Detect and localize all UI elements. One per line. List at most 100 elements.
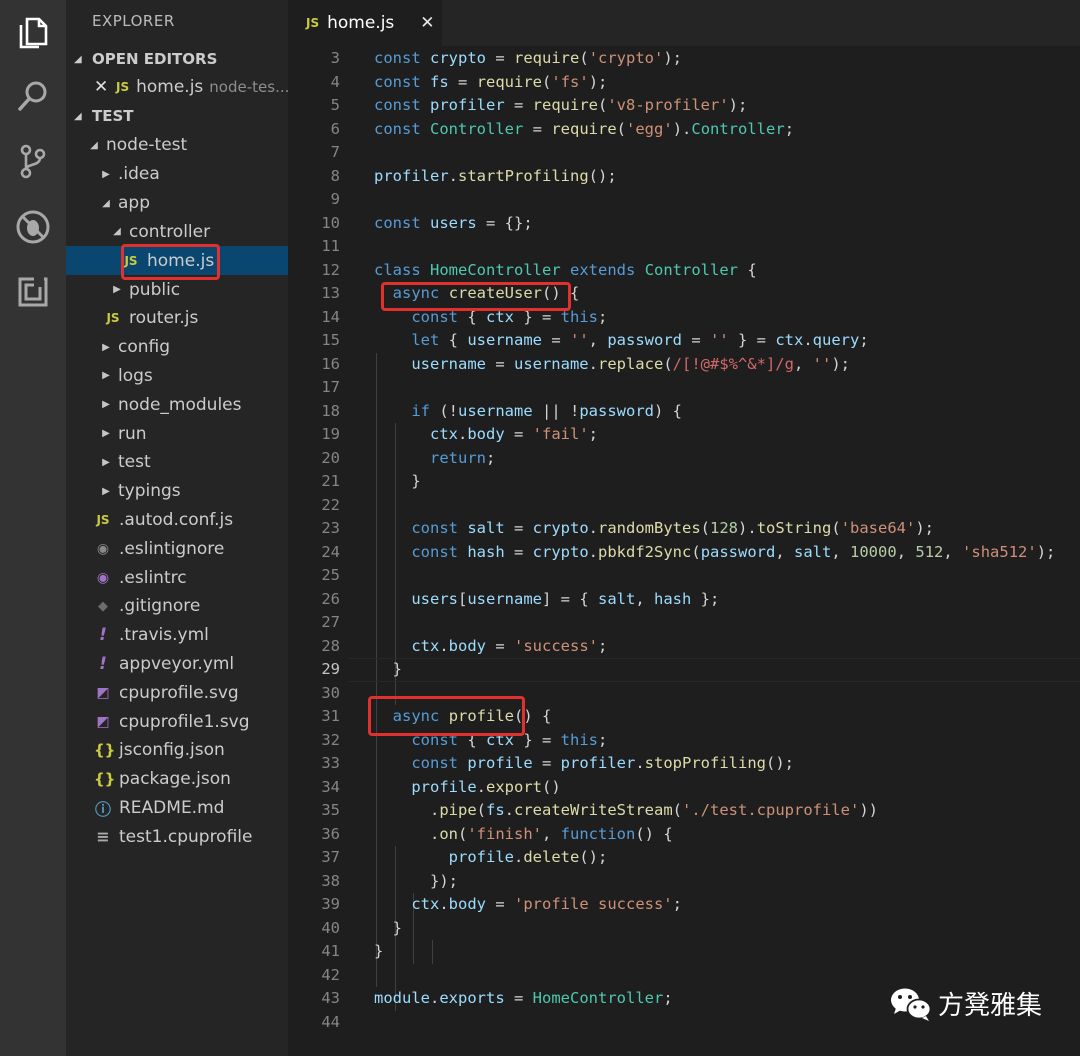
code-line[interactable]: 10 const users = {}; — [288, 212, 1080, 236]
chevron-right-icon: ▶ — [102, 399, 110, 411]
code-text: const Controller = require('egg').Contro… — [374, 119, 795, 138]
code-line[interactable]: 20 return; — [288, 447, 1080, 471]
code-line[interactable]: 16 username = username.replace(/[!@#$%^&… — [288, 353, 1080, 377]
tree-folder-config[interactable]: ▶ config — [66, 333, 288, 362]
chevron-right-icon: ▶ — [102, 485, 110, 497]
source-control-icon[interactable] — [13, 141, 53, 181]
code-line[interactable]: 29 } — [288, 658, 1080, 682]
tree-file-test1-cpuprofile[interactable]: ≡ test1.cpuprofile — [66, 822, 288, 851]
code-line[interactable]: 23 const salt = crypto.randomBytes(128).… — [288, 517, 1080, 541]
code-line[interactable]: 11 — [288, 235, 1080, 259]
code-text: }); — [374, 871, 458, 890]
code-text: profile.export() — [411, 777, 561, 796]
code-line[interactable]: 36 .on('finish', function() { — [288, 823, 1080, 847]
code-line[interactable]: 4 const fs = require('fs'); — [288, 71, 1080, 95]
tree-file-travis-yml[interactable]: ! .travis.yml — [66, 621, 288, 650]
tree-file-cpuprofile-svg[interactable]: ◩ cpuprofile.svg — [66, 678, 288, 707]
code-line[interactable]: 21 } — [288, 470, 1080, 494]
tree-file-eslintrc[interactable]: ◉ .eslintrc — [66, 563, 288, 592]
line-number: 20 — [321, 448, 340, 467]
line-number: 23 — [321, 519, 340, 537]
chevron-down-icon: ◢ — [90, 139, 98, 151]
code-line[interactable]: 19 ctx.body = 'fail'; — [288, 423, 1080, 447]
info-icon: ⓘ — [94, 799, 111, 819]
tree-file-autod-conf[interactable]: JS .autod.conf.js — [66, 506, 288, 535]
code-text: const salt = crypto.randomBytes(128).toS… — [411, 519, 935, 537]
debug-icon[interactable] — [13, 207, 53, 247]
close-icon[interactable]: ✕ — [94, 77, 108, 97]
line-number: 22 — [321, 495, 340, 514]
tree-file-router-js[interactable]: JS router.js — [66, 304, 288, 333]
code-line[interactable]: 26 users[username] = { salt, hash }; — [288, 588, 1080, 612]
code-line[interactable]: 15 let { username = '', password = '' } … — [288, 329, 1080, 353]
line-number: 31 — [321, 707, 340, 725]
files-icon[interactable] — [13, 13, 53, 53]
close-icon[interactable]: ✕ — [420, 13, 434, 33]
code-line[interactable]: 7 — [288, 141, 1080, 165]
code-line[interactable]: 42 — [288, 964, 1080, 988]
tree-file-appveyor-yml[interactable]: ! appveyor.yml — [66, 650, 288, 679]
tree-file-jsconfig-json[interactable]: {} jsconfig.json — [66, 736, 288, 765]
search-icon[interactable] — [13, 76, 53, 116]
code-text: const users = {}; — [374, 213, 533, 232]
line-number: 8 — [330, 166, 340, 185]
code-line[interactable]: 8 profiler.startProfiling(); — [288, 165, 1080, 189]
watermark-text: 方凳雅集 — [938, 991, 1043, 1021]
tree-folder-logs[interactable]: ▶ logs — [66, 362, 288, 391]
chevron-down-icon: ◢ — [74, 110, 82, 122]
code-text: profiler.startProfiling(); — [374, 166, 617, 185]
tree-file-cpuprofile1-svg[interactable]: ◩ cpuprofile1.svg — [66, 707, 288, 736]
tree-folder-test[interactable]: ▶ test — [66, 448, 288, 477]
highlight-box — [381, 282, 571, 311]
line-number: 29 — [321, 660, 340, 678]
tree-file-gitignore[interactable]: ◆ .gitignore — [66, 592, 288, 621]
tree-folder-controller[interactable]: ◢ controller — [66, 218, 288, 247]
code-line[interactable]: 9 — [288, 188, 1080, 212]
chevron-right-icon: ▶ — [113, 284, 121, 296]
code-line[interactable]: 5 const profiler = require('v8-profiler')… — [288, 94, 1080, 118]
code-line[interactable]: 6 const Controller = require('egg').Contr… — [288, 118, 1080, 142]
code-line[interactable]: 24 const hash = crypto.pbkdf2Sync(passwo… — [288, 541, 1080, 565]
tree-file-eslintignore[interactable]: ◉ .eslintignore — [66, 534, 288, 563]
tab-home-js[interactable]: JS home.js ✕ — [288, 0, 442, 46]
open-editors-header[interactable]: ◢ OPEN EDITORS — [66, 45, 288, 73]
code-line[interactable]: 3 const crypto = require('crypto'); — [288, 47, 1080, 71]
code-line[interactable]: 18 if (!username || !password) { — [288, 400, 1080, 424]
tree-file-package-json[interactable]: {} package.json — [66, 765, 288, 794]
line-number: 17 — [321, 378, 340, 396]
js-file-icon: JS — [116, 80, 130, 95]
code-line[interactable]: 27 — [288, 611, 1080, 635]
line-number: 43 — [321, 989, 340, 1007]
extensions-icon[interactable] — [13, 272, 53, 312]
chevron-right-icon: ▶ — [102, 341, 110, 353]
tree-folder-typings[interactable]: ▶ typings — [66, 477, 288, 506]
code-text: return; — [430, 448, 496, 467]
code-line[interactable]: 34 profile.export() — [288, 776, 1080, 800]
line-number: 13 — [321, 284, 340, 302]
code-line[interactable]: 40 } — [288, 917, 1080, 941]
code-line[interactable]: 35 .pipe(fs.createWriteStream('./test.cp… — [288, 799, 1080, 823]
code-text: username = username.replace(/[!@#$%^&*]/… — [411, 354, 850, 373]
code-line[interactable]: 41} — [288, 940, 1080, 964]
tree-folder-node-test[interactable]: ◢ node-test — [66, 131, 288, 160]
tree-folder-node-modules[interactable]: ▶ node_modules — [66, 390, 288, 419]
code-editor[interactable]: 3 const crypto = require('crypto'); 4 const… — [288, 46, 1080, 1056]
workspace-header[interactable]: ◢ TEST — [66, 102, 288, 130]
code-line[interactable]: 38 }); — [288, 870, 1080, 894]
code-line[interactable]: 39 ctx.body = 'profile success'; — [288, 893, 1080, 917]
open-editor-item[interactable]: ✕ JS home.js node-tes... — [66, 73, 288, 102]
tree-folder-idea[interactable]: ▶ .idea — [66, 160, 288, 189]
tree-folder-run[interactable]: ▶ run — [66, 419, 288, 448]
code-line[interactable]: 12 class HomeController extends Controlle… — [288, 259, 1080, 283]
code-line[interactable]: 33 const profile = profiler.stopProfilin… — [288, 752, 1080, 776]
code-line[interactable]: 22 — [288, 494, 1080, 518]
code-line[interactable]: 37 profile.delete(); — [288, 846, 1080, 870]
tree-folder-app[interactable]: ◢ app — [66, 189, 288, 218]
eslint-icon: ◉ — [96, 569, 110, 586]
code-text: class HomeController extends Controller … — [374, 260, 757, 279]
code-line[interactable]: 25 — [288, 564, 1080, 588]
code-line[interactable]: 28 ctx.body = 'success'; — [288, 635, 1080, 659]
wechat-watermark: 方凳雅集 — [890, 985, 1042, 1022]
code-line[interactable]: 17 — [288, 376, 1080, 400]
tree-file-readme-md[interactable]: ⓘ README.md — [66, 794, 288, 823]
